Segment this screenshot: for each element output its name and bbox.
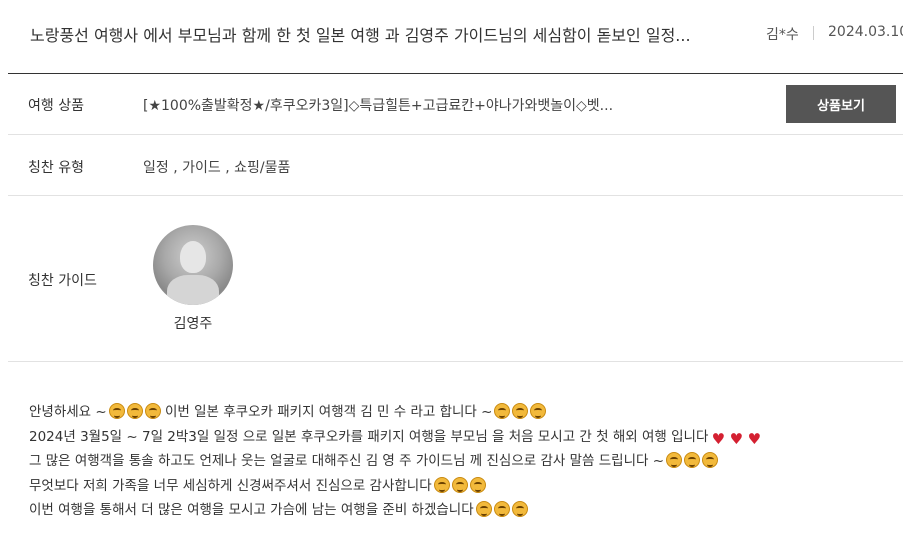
guide-row: 칭찬 가이드 김영주 (8, 196, 903, 362)
view-product-button[interactable]: 상품보기 (786, 85, 896, 123)
review-line-text: 안녕하세요 ~ (29, 404, 107, 420)
hug-emoji (494, 403, 511, 419)
heart-emoji: ♥ (729, 429, 744, 448)
hug-emoji (702, 452, 719, 468)
hug-emoji (469, 476, 486, 493)
review-line: 그 많은 여행객을 통솔 하고도 언제나 웃는 얼굴로 대해주신 김 영 주 가… (29, 449, 889, 474)
review-content: 안녕하세요 ~ 이번 일본 후쿠오카 패키지 여행객 김 민 수 라고 합니다 … (29, 400, 889, 523)
review-line: 이번 여행을 통해서 더 많은 여행을 모시고 가슴에 남는 여행을 준비 하겠… (29, 498, 889, 523)
praise-type-value: 일정 , 가이드 , 쇼핑/물품 (143, 160, 291, 176)
hug-emoji (512, 403, 529, 419)
review-line-text: 그 많은 여행객을 통솔 하고도 언제나 웃는 얼굴로 대해주신 김 영 주 가… (29, 453, 665, 469)
review-line: 안녕하세요 ~ 이번 일본 후쿠오카 패키지 여행객 김 민 수 라고 합니다 … (29, 400, 889, 425)
hug-emoji (666, 452, 683, 468)
hug-emoji (451, 476, 468, 493)
hug-emoji (144, 403, 161, 419)
review-date: 2024.03.10 (828, 24, 903, 40)
hug-emoji (126, 403, 143, 419)
hug-emoji (475, 501, 492, 517)
review-author: 김*수 (766, 27, 799, 43)
praise-type-row: 칭찬 유형 일정 , 가이드 , 쇼핑/물품 (8, 135, 903, 196)
review-line-text: 2024년 3월5일 ~ 7일 2박3일 일정 으로 일본 후쿠오카를 패키지 … (29, 428, 709, 445)
product-name[interactable]: [★100%출발확정★/후쿠오카3일]◇특급힐튼+고급료칸+야나가와뱃놀이◇벳.… (143, 95, 663, 115)
review-line-text: 이번 여행을 통해서 더 많은 여행을 모시고 가슴에 남는 여행을 준비 하겠… (29, 502, 474, 518)
hug-emoji (684, 452, 701, 468)
hug-emoji (530, 403, 547, 419)
hug-emoji (108, 403, 125, 419)
review-line-text: 이번 일본 후쿠오카 패키지 여행객 김 민 수 라고 합니다 ~ (160, 404, 493, 420)
product-row: 여행 상품 [★100%출발확정★/후쿠오카3일]◇특급힐튼+고급료칸+야나가와… (8, 74, 903, 135)
review-title: 노랑풍선 여행사 에서 부모님과 함께 한 첫 일본 여행 과 김영주 가이드님… (30, 26, 691, 45)
hug-emoji (433, 476, 450, 493)
guide-label: 칭찬 가이드 (28, 273, 97, 289)
heart-emoji: ♥ (747, 429, 762, 448)
review-line-text: 무엇보다 저희 가족을 너무 세심하게 신경써주셔서 진심으로 감사합니다 (29, 477, 432, 494)
header-divider (813, 26, 814, 40)
praise-type-label: 칭찬 유형 (28, 160, 84, 176)
hug-emoji (493, 501, 510, 517)
guide-avatar (153, 225, 233, 305)
heart-emoji: ♥ (711, 429, 726, 448)
guide-card[interactable]: 김영주 (153, 225, 233, 333)
guide-name: 김영주 (173, 316, 213, 332)
product-label: 여행 상품 (28, 98, 84, 114)
review-line: 2024년 3월5일 ~ 7일 2박3일 일정 으로 일본 후쿠오카를 패키지 … (29, 425, 889, 450)
review-line: 무엇보다 저희 가족을 너무 세심하게 신경써주셔서 진심으로 감사합니다 (29, 474, 889, 499)
review-header: 노랑풍선 여행사 에서 부모님과 함께 한 첫 일본 여행 과 김영주 가이드님… (8, 0, 903, 74)
hug-emoji (511, 501, 528, 517)
